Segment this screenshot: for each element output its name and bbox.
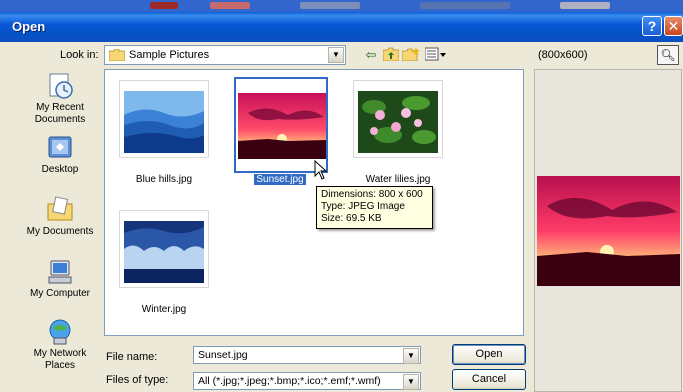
close-icon: ✕ (667, 18, 680, 34)
desktop-icon (48, 136, 72, 158)
place-my-computer[interactable]: My Computer (20, 258, 100, 300)
winter-image (124, 221, 204, 283)
look-in-label: Look in: (60, 49, 99, 61)
network-places-icon (49, 319, 71, 345)
cancel-button[interactable]: Cancel (452, 369, 526, 390)
place-label: My Computer (29, 288, 90, 299)
preview-dimensions: (800x600) (538, 49, 588, 61)
back-icon[interactable]: ⇦ (362, 47, 380, 63)
place-recent-documents[interactable]: My Recent Documents (20, 72, 100, 126)
file-name[interactable]: Winter.jpg (109, 304, 219, 315)
place-my-documents[interactable]: My Documents (20, 196, 100, 238)
mouse-cursor-icon (314, 160, 328, 180)
place-label: My Recent Documents (34, 102, 86, 125)
magnifier-icon: 🔍︎ (660, 48, 676, 62)
preview-image (537, 176, 680, 286)
preview-pane (534, 69, 682, 392)
help-icon: ? (647, 18, 657, 34)
file-type-label: Files of type: (106, 374, 169, 386)
place-label: Desktop (41, 164, 79, 175)
file-type-dropdown[interactable]: All (*.jpg;*.jpeg;*.bmp;*.ico;*.emf;*.wm… (193, 372, 421, 390)
file-name-label: File name: (106, 351, 158, 363)
file-thumbnail-water-lilies[interactable] (353, 80, 443, 158)
place-label: My Documents (26, 226, 94, 237)
open-button[interactable]: Open (452, 344, 526, 365)
chevron-down-icon[interactable]: ▼ (328, 47, 344, 63)
up-folder-icon[interactable] (382, 47, 400, 63)
background-strip (0, 0, 683, 12)
close-button[interactable]: ✕ (664, 16, 683, 36)
file-name-input[interactable]: Sunset.jpg ▼ (193, 346, 421, 364)
look-in-dropdown[interactable]: Sample Pictures ▼ (104, 45, 346, 65)
window-title: Open (12, 19, 46, 34)
file-thumbnail-sunset[interactable] (234, 77, 328, 173)
chevron-down-icon[interactable]: ▼ (403, 374, 419, 390)
places-bar: My Recent Documents Desktop My Documents… (20, 72, 100, 392)
file-list[interactable]: Blue hills.jpg Sunset.jpg Water lilies.j… (104, 69, 524, 336)
preview-zoom-button[interactable]: 🔍︎ (657, 45, 679, 65)
file-type-value: All (*.jpg;*.jpeg;*.bmp;*.ico;*.emf;*.wm… (198, 375, 381, 387)
blue-hills-image (124, 91, 204, 153)
place-label: My Network Places (33, 348, 87, 371)
my-documents-icon (47, 196, 73, 221)
help-button[interactable]: ? (642, 16, 662, 36)
folder-icon (109, 49, 125, 61)
look-in-value: Sample Pictures (129, 49, 210, 61)
my-computer-icon (48, 260, 72, 284)
tooltip-type: Type: JPEG Image (321, 201, 405, 212)
file-thumbnail-winter[interactable] (119, 210, 209, 288)
views-menu-icon[interactable] (424, 47, 448, 63)
title-bar: Open ? ✕ (0, 12, 683, 42)
file-info-tooltip: Dimensions: 800 x 600 Type: JPEG Image S… (316, 186, 433, 229)
tooltip-size: Size: 69.5 KB (321, 213, 382, 224)
file-name-value: Sunset.jpg (198, 349, 248, 361)
place-my-network-places[interactable]: My Network Places (20, 318, 100, 372)
sunset-image (238, 93, 326, 159)
file-thumbnail-blue-hills[interactable] (119, 80, 209, 158)
file-name[interactable]: Water lilies.jpg (343, 174, 453, 185)
new-folder-icon[interactable] (401, 47, 420, 63)
file-name[interactable]: Blue hills.jpg (109, 174, 219, 185)
tooltip-dimensions: Dimensions: 800 x 600 (321, 189, 423, 200)
chevron-down-icon[interactable]: ▼ (403, 348, 419, 364)
water-lilies-image (358, 91, 438, 153)
place-desktop[interactable]: Desktop (20, 134, 100, 176)
recent-documents-icon (49, 73, 73, 99)
